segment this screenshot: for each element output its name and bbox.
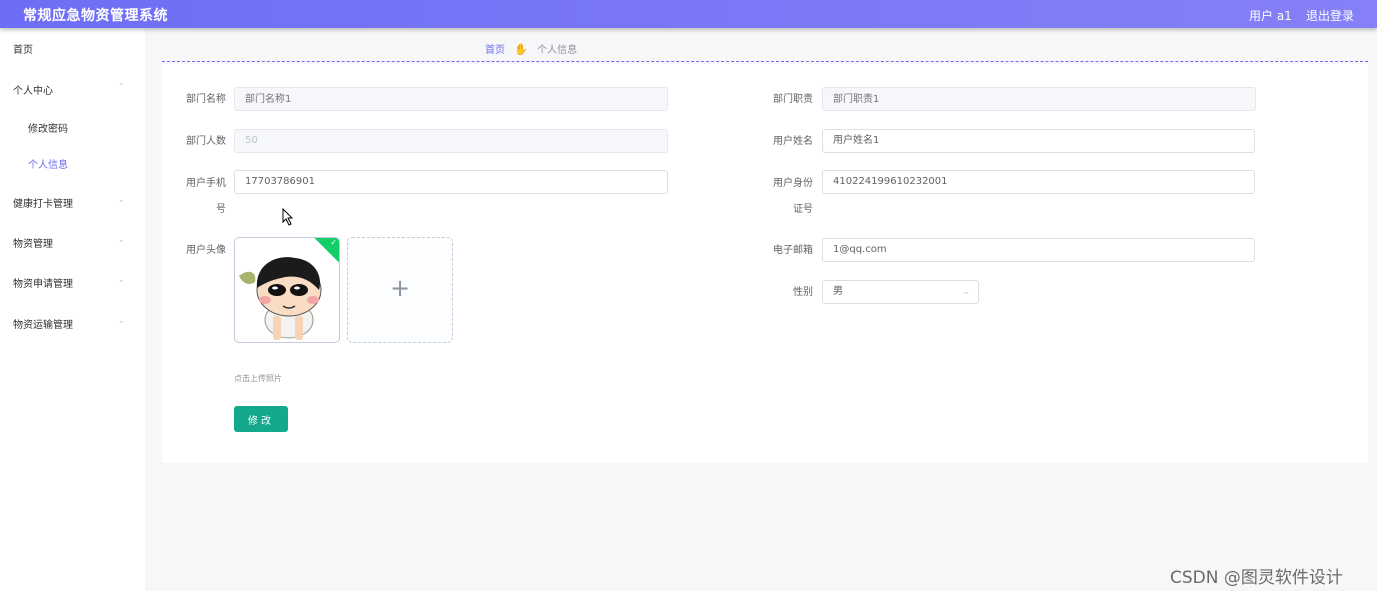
phone-input[interactable]: 17703786901 bbox=[234, 170, 668, 194]
dept-name-label: 部门名称 bbox=[186, 94, 226, 105]
avatar-image[interactable]: ✓ bbox=[234, 237, 340, 343]
chevron-up-icon: ⌃ bbox=[118, 82, 125, 91]
user-name-label: 用户姓名 bbox=[773, 136, 813, 147]
sidebar-item-materials[interactable]: 物资管理 bbox=[13, 235, 53, 250]
dept-duty-input[interactable] bbox=[822, 87, 1256, 111]
app-title: 常规应急物资管理系统 bbox=[23, 8, 168, 24]
avatar-label: 用户头像 bbox=[186, 245, 226, 256]
breadcrumb-current: 个人信息 bbox=[537, 45, 578, 56]
chevron-down-icon: ⌄ bbox=[118, 275, 125, 284]
gender-label: 性别 bbox=[793, 287, 813, 298]
sidebar-item-material-transport[interactable]: 物资运输管理 bbox=[13, 316, 73, 331]
user-name-input[interactable]: 用户姓名1 bbox=[822, 129, 1255, 153]
dept-count-input[interactable]: 50 bbox=[234, 129, 668, 153]
chevron-down-icon: ⌄ bbox=[118, 235, 125, 244]
plus-icon: + bbox=[389, 274, 411, 302]
gender-select[interactable]: 男 ⌄ bbox=[822, 280, 979, 304]
sidebar-item-personal-center[interactable]: 个人中心 bbox=[13, 82, 53, 97]
mouse-cursor-icon bbox=[282, 208, 294, 226]
sidebar-item-home[interactable]: 首页 bbox=[13, 41, 33, 56]
sidebar-item-health-checkin[interactable]: 健康打卡管理 bbox=[13, 195, 73, 210]
upload-hint: 点击上传照片 bbox=[234, 374, 282, 383]
divider bbox=[162, 61, 1368, 62]
id-card-label-cont: 证号 bbox=[793, 204, 813, 215]
form-panel bbox=[162, 64, 1368, 463]
email-input[interactable]: 1@qq.com bbox=[822, 238, 1255, 262]
sidebar-item-personal-info[interactable]: 个人信息 bbox=[28, 156, 68, 171]
dept-count-label: 部门人数 bbox=[186, 136, 226, 147]
id-card-label: 用户身份 bbox=[773, 178, 813, 189]
sidebar-item-material-requests[interactable]: 物资申请管理 bbox=[13, 275, 73, 290]
submit-button[interactable]: 修改 bbox=[234, 406, 288, 432]
avatar-upload-button[interactable]: + bbox=[347, 237, 453, 343]
check-icon: ✓ bbox=[330, 238, 337, 247]
breadcrumb: 首页 ✋ 个人信息 bbox=[485, 41, 577, 56]
email-label: 电子邮箱 bbox=[773, 245, 813, 256]
sidebar: 首页 个人中心 ⌃ 修改密码 个人信息 健康打卡管理 ⌄ 物资管理 ⌄ 物资申请… bbox=[0, 28, 145, 591]
top-bar: 常规应急物资管理系统 用户 a1 退出登录 bbox=[0, 0, 1377, 28]
dept-name-input[interactable] bbox=[234, 87, 668, 111]
phone-label: 用户手机 bbox=[186, 178, 226, 189]
watermark: CSDN @图灵软件设计 bbox=[1170, 568, 1343, 588]
sidebar-item-change-password[interactable]: 修改密码 bbox=[28, 120, 68, 135]
id-card-input[interactable]: 410224199610232001 bbox=[822, 170, 1255, 194]
logout-button[interactable]: 退出登录 bbox=[1306, 7, 1354, 24]
hand-icon: ✋ bbox=[514, 43, 528, 56]
chevron-down-icon: ⌄ bbox=[118, 195, 125, 204]
phone-label-cont: 号 bbox=[216, 204, 226, 215]
current-user: 用户 a1 bbox=[1249, 9, 1292, 23]
chevron-down-icon: ⌄ bbox=[118, 316, 125, 325]
chevron-down-icon: ⌄ bbox=[962, 287, 970, 297]
breadcrumb-home[interactable]: 首页 bbox=[485, 45, 505, 56]
avatar-cartoon-icon bbox=[239, 257, 322, 340]
gender-selected-value: 男 bbox=[833, 286, 843, 297]
dept-duty-label: 部门职责 bbox=[773, 94, 813, 105]
